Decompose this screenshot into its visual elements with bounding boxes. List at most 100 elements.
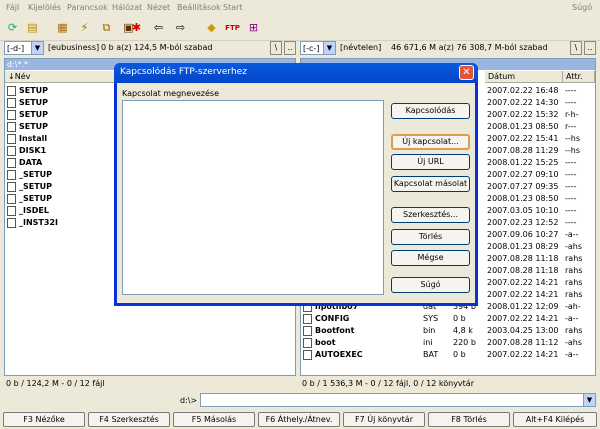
file-attr: -ahs (565, 338, 583, 347)
menu-settings[interactable]: Beállítások (177, 3, 221, 12)
asterisk-icon[interactable]: ✱ (128, 19, 145, 36)
file-icon (7, 98, 16, 108)
file-icon (7, 86, 16, 96)
file-date: 2007.02.22 14:30 (487, 98, 559, 107)
table-row[interactable]: CONFIG SYS 0 b 2007.02.22 14:21 -a-- (303, 313, 593, 325)
right-column-date[interactable]: Dátum (485, 71, 563, 83)
connection-name-label: Kapcsolat megnevezése (122, 89, 220, 98)
help-button[interactable]: Súgó (391, 277, 470, 293)
file-date: 2007.02.22 14:21 (487, 290, 559, 299)
table-row[interactable]: Bootfont bin 4,8 k 2003.04.25 13:00 rahs (303, 325, 593, 337)
file-date: 2003.04.25 13:00 (487, 326, 559, 335)
copy-icon[interactable]: ⧉ (98, 19, 115, 36)
left-up-button[interactable]: .. (284, 41, 296, 55)
menu-view[interactable]: Nézet (147, 3, 170, 12)
forward-arrow-icon[interactable]: ⇨ (172, 19, 189, 36)
file-attr: rahs (565, 266, 583, 275)
right-column-attr[interactable]: Attr. (563, 71, 595, 83)
left-root-button[interactable]: \ (270, 41, 282, 55)
left-free-space: 0 b a(z) 124,5 M-ból szabad (101, 43, 213, 52)
refresh-icon[interactable]: ⟳ (4, 19, 21, 36)
cube-icon[interactable]: ◆ (203, 19, 220, 36)
connection-list[interactable] (122, 100, 384, 295)
file-attr: -ahs (565, 242, 583, 251)
file-ext: BAT (423, 350, 439, 359)
edit-button[interactable]: Szerkesztés... (391, 207, 470, 223)
close-icon[interactable]: ✕ (459, 65, 474, 80)
grid-icon[interactable]: ▦ (54, 19, 71, 36)
file-attr: --hs (565, 134, 581, 143)
ftp-icon[interactable]: FTP (224, 19, 241, 36)
file-ext: bin (423, 326, 436, 335)
menu-start[interactable]: Start (223, 3, 243, 12)
command-line: d:\> ▼ (180, 393, 598, 409)
table-row[interactable]: boot ini 220 b 2007.08.28 11:12 -ahs (303, 337, 593, 349)
chevron-down-icon: ▼ (583, 394, 595, 406)
f7-mkdir-button[interactable]: F7 Új könyvtár (343, 412, 425, 427)
delete-button[interactable]: Törlés (391, 229, 470, 245)
new-connection-button[interactable]: Új kapcsolat... (391, 134, 470, 150)
file-icon (7, 218, 16, 228)
alt-f4-exit-button[interactable]: Alt+F4 Kilépés (513, 412, 597, 427)
connect-button[interactable]: Kapcsolódás (391, 103, 470, 119)
duplicate-connection-button[interactable]: Kapcsolat másolat (391, 176, 470, 192)
table-row[interactable]: AUTOEXEC BAT 0 b 2007.02.22 14:21 -a-- (303, 349, 593, 361)
cancel-button[interactable]: Mégse (391, 250, 470, 266)
file-name: DISK1 (19, 146, 47, 155)
ftp-connect-dialog: Kapcsolódás FTP-szerverhez ✕ Kapcsolat m… (114, 63, 478, 306)
file-size: 220 b (453, 338, 476, 347)
file-icon (7, 134, 16, 144)
menu-select[interactable]: Kijelölés (28, 3, 61, 12)
file-size: 0 b (453, 350, 466, 359)
menu-file[interactable]: Fájl (6, 3, 19, 12)
file-icon (7, 158, 16, 168)
file-name: _SETUP (19, 194, 53, 203)
file-attr: ---- (565, 194, 577, 203)
right-drive-bar: [-c-] ▼ [névtelen] 46 671,6 M a(z) 76 30… (300, 41, 598, 57)
file-attr: r-h- (565, 110, 579, 119)
file-attr: -a-- (565, 350, 579, 359)
right-root-button[interactable]: \ (570, 41, 582, 55)
back-arrow-icon[interactable]: ⇦ (150, 19, 167, 36)
file-name: CONFIG (315, 314, 350, 323)
file-ext: ini (423, 338, 433, 347)
menu-bar: Fájl Kijelölés Parancsok Hálózat Nézet B… (0, 0, 600, 16)
f3-view-button[interactable]: F3 Nézőke (3, 412, 85, 427)
file-attr: -a-- (565, 314, 579, 323)
file-name: SETUP (19, 98, 49, 107)
command-input[interactable]: ▼ (200, 393, 596, 407)
file-attr: ---- (565, 98, 577, 107)
f6-move-button[interactable]: F6 Áthely./Átnev. (258, 412, 340, 427)
f5-copy-button[interactable]: F5 Másolás (173, 412, 255, 427)
right-drive-select[interactable]: [-c-] ▼ (300, 41, 336, 55)
left-drive-select[interactable]: [-d-] ▼ (4, 41, 44, 55)
file-attr: ---- (565, 218, 577, 227)
cut-icon[interactable]: ⚡ (76, 19, 93, 36)
file-name: _INST32I (19, 218, 58, 227)
right-status: 0 b / 1 536,3 M - 0 / 12 fájl, 0 / 12 kö… (302, 379, 474, 388)
f4-edit-button[interactable]: F4 Szerkesztés (88, 412, 170, 427)
file-attr: rahs (565, 254, 583, 263)
file-icon (7, 182, 16, 192)
menu-commands[interactable]: Parancsok (67, 3, 108, 12)
menu-network[interactable]: Hálózat (112, 3, 142, 12)
file-name: _ISDEL (19, 206, 49, 215)
dialog-title-bar[interactable]: Kapcsolódás FTP-szerverhez ✕ (114, 63, 478, 83)
file-attr: ---- (565, 86, 577, 95)
file-ext: SYS (423, 314, 439, 323)
file-date: 2007.02.22 14:21 (487, 278, 559, 287)
right-up-button[interactable]: .. (584, 41, 596, 55)
file-attr: --hs (565, 146, 581, 155)
menu-help[interactable]: Súgó (572, 3, 592, 12)
dialog-body: Kapcsolat megnevezése Kapcsolódás Új kap… (117, 83, 475, 303)
toolbar: ⟳ ▤ ▦ ⚡ ⧉ ▣ ✱ ⇦ ⇨ ◆ FTP ⊞ (0, 16, 600, 41)
file-attr: rahs (565, 290, 583, 299)
file-attr: -ah- (565, 302, 581, 311)
file-date: 2008.01.22 12:09 (487, 302, 559, 311)
new-url-button[interactable]: Új URL (391, 154, 470, 170)
connect-icon[interactable]: ⊞ (245, 19, 262, 36)
f8-delete-button[interactable]: F8 Törlés (428, 412, 510, 427)
left-status: 0 b / 124,2 M - 0 / 12 fájl (6, 379, 105, 388)
view-icon[interactable]: ▤ (24, 19, 41, 36)
file-name: SETUP (19, 86, 49, 95)
